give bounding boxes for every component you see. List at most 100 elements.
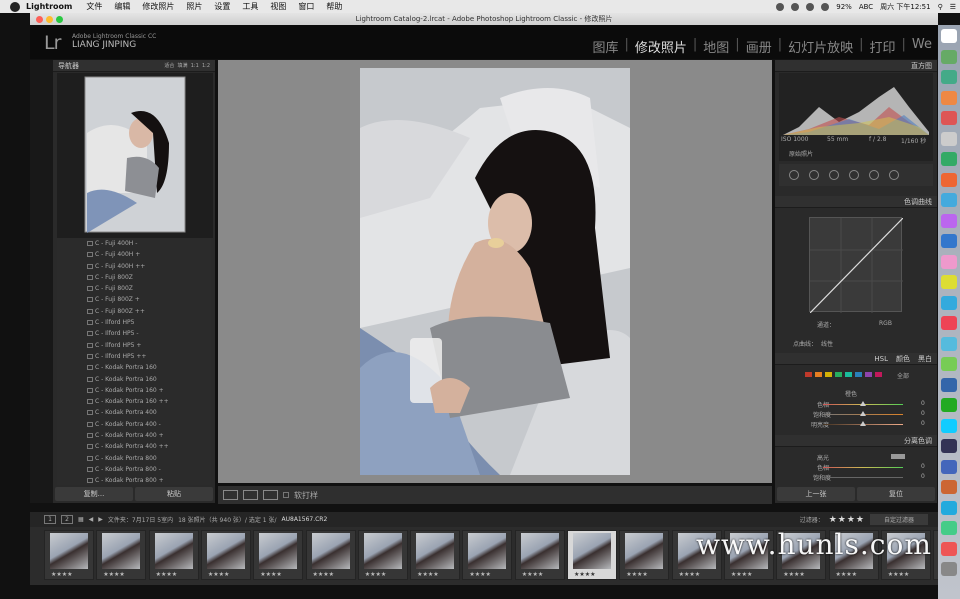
filmstrip-thumbnail[interactable]: ★★★★ (44, 530, 94, 580)
preset-item[interactable]: C - Ilford HP5 (57, 317, 211, 328)
graduated-filter-icon[interactable] (849, 170, 859, 180)
preset-item[interactable]: C - Kodak Portra 400 - (57, 419, 211, 430)
filmstrip-thumbnail[interactable]: ★★★★ (410, 530, 461, 580)
selected-filename[interactable]: AU8A1567.CR2 (282, 516, 328, 523)
hue-knob[interactable] (860, 401, 866, 406)
filmstrip-thumbnail[interactable]: ★★★★ (357, 530, 408, 580)
preset-item[interactable]: C - Fuji 400H - (57, 238, 211, 249)
status-icon[interactable] (776, 2, 785, 11)
wifi-icon[interactable] (821, 2, 830, 11)
dock-app-icon[interactable] (941, 541, 957, 556)
photo-canvas[interactable] (218, 60, 772, 483)
previous-button[interactable]: 上一张 (777, 487, 855, 501)
dock-app-icon[interactable] (941, 49, 957, 64)
zoom-1-1[interactable]: 1:1 (191, 63, 199, 69)
compare-view-icon[interactable] (243, 490, 258, 500)
preset-item[interactable]: C - Fuji 400H ++ (57, 261, 211, 272)
filmstrip-thumbnail[interactable]: ★★★★ (567, 530, 617, 580)
search-icon[interactable]: ⚲ (938, 3, 943, 11)
split-saturation-slider[interactable] (823, 477, 903, 478)
dock-app-icon[interactable] (941, 111, 957, 125)
back-arrow-icon[interactable]: ◀ (89, 516, 94, 523)
menu-tools[interactable]: 工具 (242, 1, 258, 12)
dock-app-icon[interactable] (941, 459, 957, 474)
apple-icon[interactable] (10, 1, 20, 12)
crop-icon[interactable] (789, 170, 799, 180)
hsl-header[interactable]: HSL 颜色 黑白 (775, 353, 937, 365)
tone-curve-header[interactable]: 色调曲线 (775, 196, 937, 208)
main-photo[interactable] (360, 68, 630, 475)
histogram-header[interactable]: 直方图 (775, 60, 937, 72)
preset-item[interactable]: C - Fuji 800Z ++ (57, 306, 211, 317)
dock-app-icon[interactable] (941, 152, 957, 166)
status-icon[interactable] (806, 2, 815, 11)
dock-app-icon[interactable] (941, 418, 957, 433)
filmstrip-thumbnail[interactable]: ★★★★ (619, 530, 670, 580)
point-curve-select[interactable]: 线性 (821, 339, 833, 348)
module-print[interactable]: 打印 (864, 37, 902, 56)
radial-filter-icon[interactable] (869, 170, 879, 180)
menu-help[interactable]: 帮助 (326, 1, 342, 12)
custom-filter-select[interactable]: 自定过滤器 (869, 514, 928, 525)
status-icon[interactable] (791, 2, 800, 11)
dock-app-icon[interactable] (941, 254, 957, 269)
color-swatches[interactable] (805, 372, 882, 377)
preset-item[interactable]: C - Ilford HP5 ++ (57, 351, 211, 362)
red-eye-icon[interactable] (829, 170, 839, 180)
forward-arrow-icon[interactable]: ▶ (98, 516, 103, 523)
preset-item[interactable]: C - Fuji 800Z (57, 272, 211, 283)
grid-icon[interactable]: ▦ (78, 516, 84, 523)
dock-app-icon[interactable] (941, 480, 957, 494)
channel-select[interactable]: RGB (879, 320, 892, 327)
softproof-checkbox[interactable] (283, 492, 289, 498)
menu-list-icon[interactable]: ☰ (950, 3, 956, 11)
preset-item[interactable]: C - Kodak Portra 160 ++ (57, 396, 211, 407)
filmstrip-thumbnail[interactable]: ★★★★ (462, 530, 513, 580)
left-gutter[interactable] (30, 60, 53, 503)
preset-item[interactable]: C - Kodak Portra 400 ++ (57, 441, 211, 452)
menu-edit[interactable]: 编辑 (114, 1, 130, 12)
module-web[interactable]: We (906, 37, 938, 56)
dock-app-icon[interactable] (941, 500, 957, 515)
preset-item[interactable]: C - Kodak Portra 400 (57, 407, 211, 418)
menu-window[interactable]: 窗口 (298, 1, 314, 12)
preset-item[interactable]: C - Fuji 800Z (57, 283, 211, 294)
dock-app-icon[interactable] (941, 193, 957, 207)
input-method[interactable]: ABC (859, 3, 873, 11)
module-map[interactable]: 地图 (697, 37, 735, 56)
menu-develop[interactable]: 修改照片 (142, 1, 174, 12)
preset-item[interactable]: C - Fuji 800Z + (57, 294, 211, 305)
dock-app-icon[interactable] (941, 172, 957, 187)
reset-button[interactable]: 复位 (857, 487, 935, 501)
preset-item[interactable]: C - Fuji 400H + (57, 249, 211, 260)
filmstrip-thumbnail[interactable]: ★★★★ (514, 530, 565, 580)
dock-app-icon[interactable] (941, 377, 957, 392)
original-photo-label[interactable]: 原始照片 (789, 149, 813, 158)
split-hue-slider[interactable] (823, 467, 903, 468)
zoom-fit[interactable]: 适合 (164, 63, 174, 69)
color-swatch[interactable] (865, 372, 872, 377)
histogram[interactable]: ISO 1000 55 mm f / 2.8 1/160 秒 原始照片 (779, 73, 933, 161)
menu-settings[interactable]: 设置 (214, 1, 230, 12)
navigator-preview[interactable] (57, 73, 213, 238)
module-slideshow[interactable]: 幻灯片放映 (782, 37, 859, 56)
filmstrip-thumbnail[interactable]: ★★★★ (96, 530, 147, 580)
color-swatch[interactable] (825, 372, 832, 377)
dock-app-icon[interactable] (941, 562, 957, 576)
dock-app-icon[interactable] (941, 439, 957, 453)
preset-item[interactable]: C - Kodak Portra 800 - (57, 464, 211, 475)
folder-path[interactable]: 文件夹：7月17日 5室内 (108, 515, 173, 524)
zoom-window-button[interactable] (56, 16, 63, 23)
filmstrip-thumbnail[interactable]: ★★★★ (305, 530, 356, 580)
preset-item[interactable]: C - Ilford HP5 - (57, 328, 211, 339)
module-book[interactable]: 画册 (740, 37, 778, 56)
dock-app-icon[interactable] (941, 90, 957, 105)
saturation-knob[interactable] (860, 411, 866, 416)
before-after-icon[interactable] (263, 490, 278, 500)
module-library[interactable]: 图库 (586, 37, 624, 56)
tone-curve-graph[interactable] (809, 217, 904, 314)
paste-button[interactable]: 粘贴 (135, 487, 213, 501)
menu-file[interactable]: 文件 (86, 1, 102, 12)
color-swatch[interactable] (815, 372, 822, 377)
all-label[interactable]: 全部 (897, 371, 909, 380)
